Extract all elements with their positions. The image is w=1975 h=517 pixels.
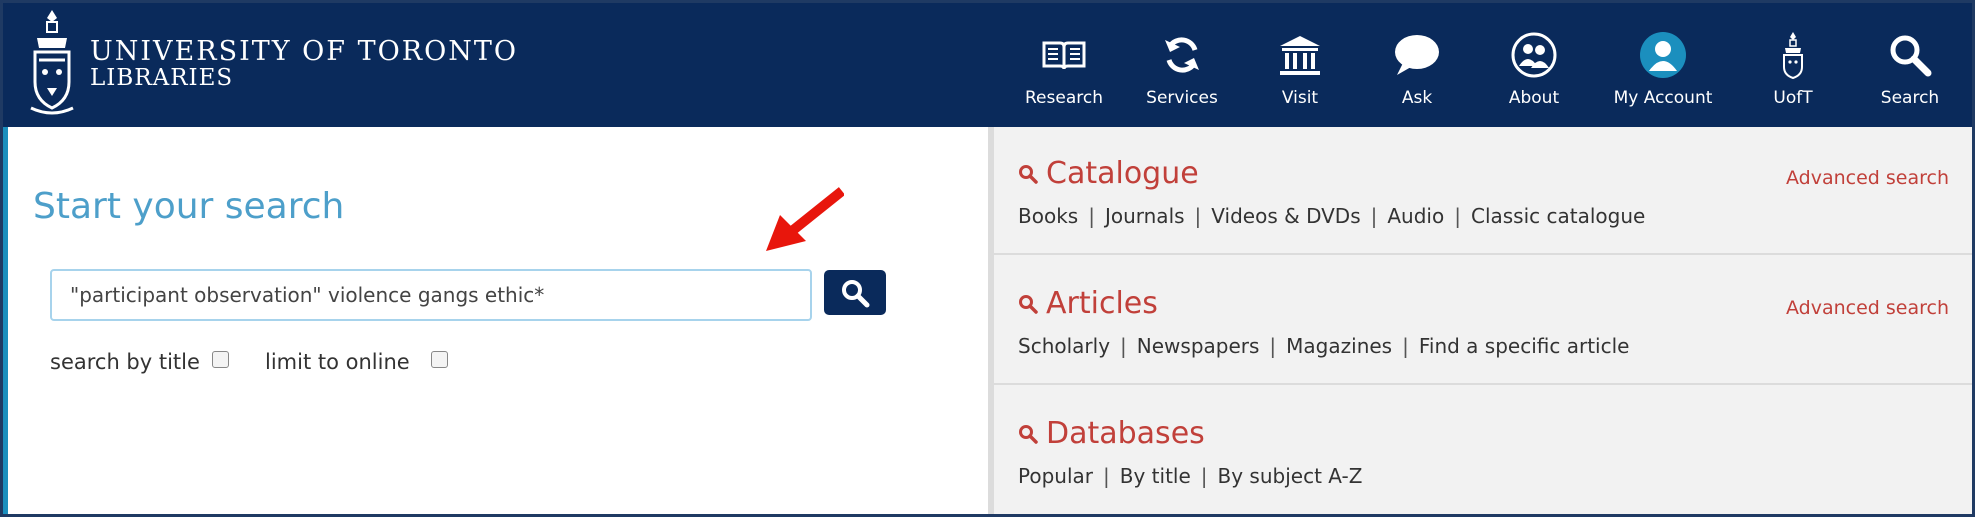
screenshot-frame bbox=[0, 0, 1975, 517]
